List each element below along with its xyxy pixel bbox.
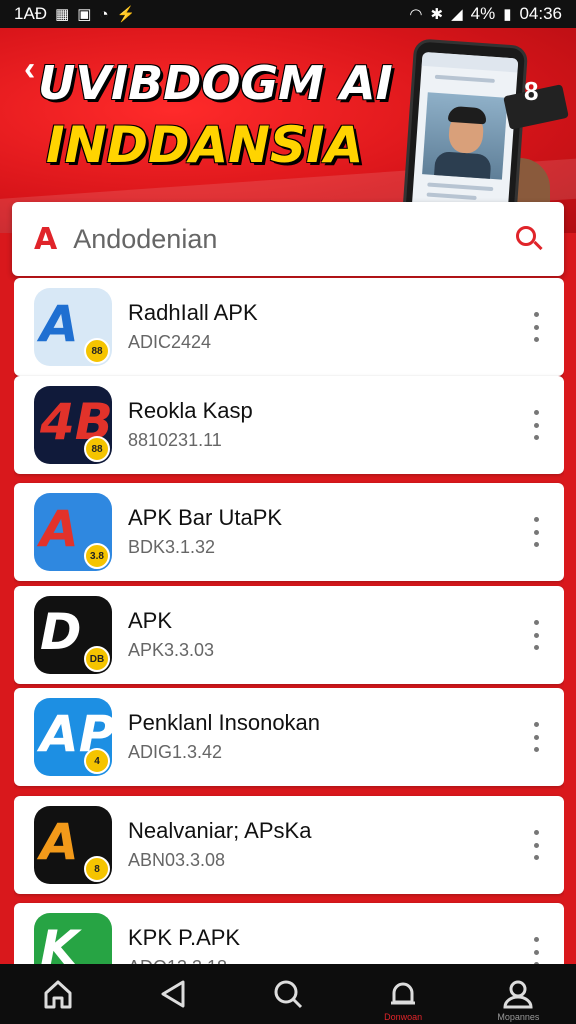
search-bar[interactable]: A Andodenian — [12, 202, 564, 276]
app-version: APK3.3.03 — [128, 640, 215, 660]
back-button[interactable] — [138, 964, 208, 1024]
more-vert-icon[interactable] — [530, 830, 542, 860]
app-version: ADIC2424 — [128, 332, 212, 352]
bluetooth-icon: ✱ — [430, 6, 444, 23]
clock: 04:36 — [519, 4, 562, 23]
app-version: ABN03.3.08 — [128, 850, 226, 870]
app-name: Penklanl Insonokan — [128, 710, 321, 735]
app-name: APK Bar UtaPK — [128, 505, 283, 530]
app-icon-badge: 8 — [84, 856, 110, 882]
more-vert-icon[interactable] — [530, 937, 542, 966]
app-list-item[interactable]: D DB APK APK3.3.03 — [14, 586, 564, 684]
app-icon: D DB — [34, 596, 112, 674]
sync-icon: ◔ — [99, 5, 109, 23]
app-icon: 4B 88 — [34, 386, 112, 464]
app-icon-badge: 88 — [84, 436, 110, 462]
app-version: 8810231.11 — [128, 430, 222, 450]
battery-icon: ▮ — [503, 6, 512, 23]
notifications-label: Donwoan — [384, 1012, 423, 1022]
app-list-item[interactable]: A 88 RadhIall APK ADIC2424 — [14, 278, 564, 376]
status-left: 1AÐ ▦ ▣ ◔ ⚡ — [14, 4, 135, 24]
search-logo-icon: A — [34, 221, 58, 257]
image-icon: ▣ — [77, 6, 92, 23]
app-name: KPK P.APK — [128, 925, 241, 950]
app-name: RadhIall APK — [128, 300, 258, 325]
phone-screen — [411, 51, 519, 219]
more-vert-icon[interactable] — [530, 517, 542, 547]
more-vert-icon[interactable] — [530, 722, 542, 752]
app-list-item[interactable]: 4B 88 Reokla Kasp 8810231.11 — [14, 376, 564, 474]
phone-address-bar — [421, 51, 519, 73]
phone-text-line — [426, 192, 477, 200]
app-icon: A 3.8 — [34, 493, 112, 571]
app-name: APK — [128, 608, 173, 633]
more-vert-icon[interactable] — [530, 410, 542, 440]
app-version: BDK3.1.32 — [128, 537, 216, 557]
bottom-nav: Donwoan Mopannes — [0, 964, 576, 1024]
app-icon-glyph: K — [40, 920, 79, 966]
cellular-icon: ◢ — [451, 6, 463, 23]
app-icon: K — [34, 913, 112, 966]
wifi-icon: ◠ — [409, 6, 423, 23]
hero-title-line1: UVIBDOGM AI — [38, 56, 393, 110]
search-input[interactable]: Andodenian — [73, 224, 516, 255]
app-list-item[interactable]: AP 4 Penklanl Insonokan ADIG1.3.42 — [14, 688, 564, 786]
search-nav-button[interactable] — [253, 964, 323, 1024]
app-name: Nealvaniar; APsKa — [128, 818, 312, 843]
status-right: ◠ ✱ ◢ 4% ▮ 04:36 — [409, 4, 562, 24]
app-icon-glyph: A — [40, 500, 79, 558]
person-shirt — [434, 151, 492, 179]
search-nav-icon — [274, 980, 303, 1009]
app-version: ADIG1.3.42 — [128, 742, 223, 762]
app-name: Reokla Kasp — [128, 398, 253, 423]
app-list-item[interactable]: A 8 Nealvaniar; APsKa ABN03.3.08 — [14, 796, 564, 894]
app-icon-badge: 3.8 — [84, 543, 110, 569]
app-icon-badge: DB — [84, 646, 110, 672]
back-triangle-icon — [161, 980, 185, 1008]
hero-menu-button[interactable]: 8 — [524, 76, 538, 107]
app-list-item[interactable]: A 3.8 APK Bar UtaPK BDK3.1.32 — [14, 483, 564, 581]
app-icon-badge: 88 — [84, 338, 110, 364]
notifications-button[interactable]: Donwoan — [368, 964, 438, 1024]
profile-button[interactable]: Mopannes — [483, 964, 553, 1024]
home-icon — [44, 980, 72, 1009]
profile-label: Mopannes — [497, 1012, 540, 1022]
app-icon-glyph: A — [40, 295, 79, 353]
signal-icon: ▦ — [55, 6, 70, 23]
search-icon[interactable] — [516, 226, 543, 252]
app-icon-glyph: A — [40, 813, 79, 871]
app-icon-glyph: D — [40, 603, 82, 661]
phone-text-line — [427, 182, 494, 192]
back-chevron-icon[interactable]: ‹ — [24, 50, 35, 89]
app-list: A 88 RadhIall APK ADIC2424 4B 88 Reokla Kasp 88… — [14, 278, 564, 966]
hero-title-line2: INDDANSIA — [46, 116, 364, 174]
notification-icon: ⚡ — [116, 6, 136, 23]
person-photo — [422, 92, 508, 180]
app-icon: A8 — [34, 806, 112, 884]
app-icon: A 88 — [34, 288, 112, 366]
more-vert-icon[interactable] — [530, 620, 542, 650]
app-list-item[interactable]: KKPK P.APKADO13.3.18 — [14, 903, 564, 966]
status-bar: 1AÐ ▦ ▣ ◔ ⚡ ◠ ✱ ◢ 4% ▮ 04:36 — [0, 0, 576, 28]
carrier-text: 1AÐ — [14, 4, 48, 23]
app-icon: AP 4 — [34, 698, 112, 776]
bell-icon — [391, 982, 416, 1005]
person-hair — [447, 105, 487, 125]
app-icon-badge: 4 — [84, 748, 110, 774]
phone-text-line — [434, 74, 495, 83]
profile-icon — [503, 980, 533, 1009]
home-button[interactable] — [23, 964, 93, 1024]
more-vert-icon[interactable] — [530, 312, 542, 342]
battery-text: 4% — [470, 4, 496, 23]
